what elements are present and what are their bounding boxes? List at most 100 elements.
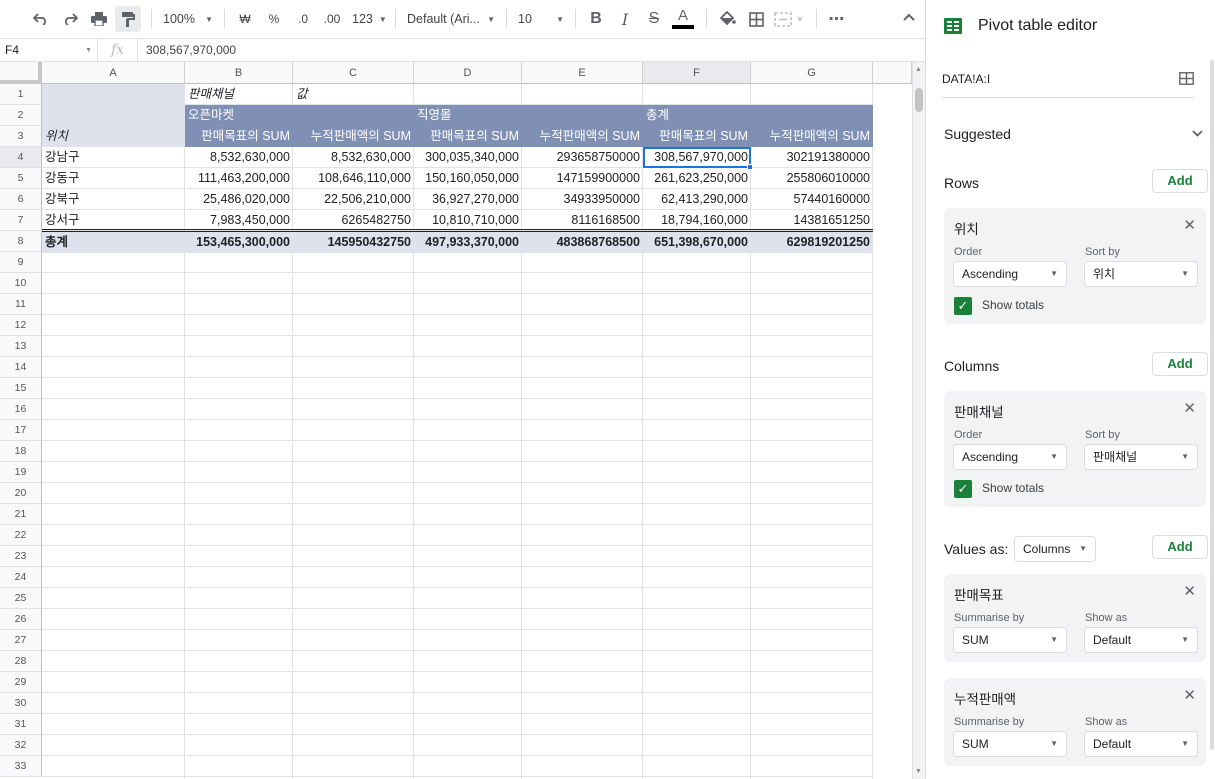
row-header-27[interactable]: 27 (0, 630, 42, 651)
pivot-column-group-header[interactable]: 총계 (643, 105, 873, 126)
formula-input[interactable]: 308,567,970,000 (138, 43, 236, 57)
column-sortby-select[interactable]: 판매채널 ▼ (1084, 444, 1198, 470)
add-value-button[interactable]: Add (1152, 535, 1208, 559)
pivot-value-cell[interactable]: 147159900000 (522, 168, 643, 189)
scroll-up-icon[interactable]: ▲ (915, 66, 922, 73)
zoom-select[interactable]: 100% ▼ (159, 6, 217, 32)
row-header-3[interactable]: 3 (0, 126, 42, 147)
redo-icon[interactable] (57, 6, 83, 32)
pivot-grand-total-cell[interactable]: 651,398,670,000 (643, 232, 751, 253)
row-header-29[interactable]: 29 (0, 672, 42, 693)
pivot-value-cell[interactable]: 6265482750 (293, 210, 414, 231)
font-select[interactable]: Default (Ari... ▼ (403, 6, 499, 32)
fill-handle[interactable] (747, 164, 753, 170)
row-header-18[interactable]: 18 (0, 441, 42, 462)
showas-select[interactable]: Default ▼ (1084, 627, 1198, 653)
pivot-column-group-header[interactable]: 오픈마켓 (185, 105, 414, 126)
pivot-value-cell[interactable]: 34933950000 (522, 189, 643, 210)
pivot-value-header[interactable]: 누적판매액의 SUM (751, 126, 873, 147)
row-header-14[interactable]: 14 (0, 357, 42, 378)
column-header-e[interactable]: E (522, 62, 643, 84)
pivot-row-label[interactable]: 강남구 (42, 147, 185, 168)
scroll-down-icon[interactable]: ▼ (915, 768, 922, 775)
pivot-value-header[interactable]: 판매목표의 SUM (414, 126, 522, 147)
row-order-select[interactable]: Ascending ▼ (953, 261, 1067, 287)
row-header-1[interactable]: 1 (0, 84, 42, 105)
column-header-c[interactable]: C (293, 62, 414, 84)
collapse-toolbar-icon[interactable] (903, 8, 915, 24)
increase-decimal-button[interactable]: .00 (319, 6, 345, 32)
row-header-21[interactable]: 21 (0, 504, 42, 525)
row-header-19[interactable]: 19 (0, 462, 42, 483)
italic-button[interactable]: I (612, 6, 638, 32)
pivot-row-label[interactable]: 강북구 (42, 189, 185, 210)
currency-format-button[interactable]: ₩ (232, 6, 258, 32)
close-icon[interactable]: ✕ (1183, 399, 1196, 417)
row-header-20[interactable]: 20 (0, 483, 42, 504)
decrease-decimal-button[interactable]: .0 (290, 6, 316, 32)
column-show-totals-checkbox[interactable]: ✓ (954, 480, 972, 498)
selected-cell[interactable]: 308,567,970,000 (643, 147, 751, 168)
suggested-header[interactable]: Suggested (944, 126, 1011, 142)
summarise-select[interactable]: SUM ▼ (953, 731, 1067, 757)
row-header-25[interactable]: 25 (0, 588, 42, 609)
row-header-4[interactable]: 4 (0, 147, 42, 168)
pivot-value-cell[interactable]: 36,927,270,000 (414, 189, 522, 210)
row-header-33[interactable]: 33 (0, 756, 42, 777)
pivot-value-cell[interactable]: 14381651250 (751, 210, 873, 231)
pivot-value-cell[interactable]: 18,794,160,000 (643, 210, 751, 231)
paint-format-icon[interactable] (115, 6, 141, 32)
pivot-row-field-label[interactable]: 위치 (42, 126, 185, 147)
row-header-16[interactable]: 16 (0, 399, 42, 420)
pivot-value-cell[interactable]: 62,413,290,000 (643, 189, 751, 210)
pivot-value-cell[interactable]: 8116168500 (522, 210, 643, 231)
row-header-24[interactable]: 24 (0, 567, 42, 588)
pivot-value-cell[interactable]: 22,506,210,000 (293, 189, 414, 210)
row-header-10[interactable]: 10 (0, 273, 42, 294)
pivot-value-cell[interactable]: 261,623,250,000 (643, 168, 751, 189)
row-header-12[interactable]: 12 (0, 315, 42, 336)
pivot-value-cell[interactable]: 111,463,200,000 (185, 168, 293, 189)
pivot-grand-total-cell[interactable]: 483868768500 (522, 232, 643, 253)
select-range-icon[interactable] (1179, 72, 1194, 88)
pivot-value-header[interactable]: 판매목표의 SUM (643, 126, 751, 147)
pivot-value-cell[interactable]: 7,983,450,000 (185, 210, 293, 231)
font-size-select[interactable]: 10 ▼ (514, 6, 568, 32)
panel-scrollbar[interactable] (1210, 60, 1215, 750)
pivot-value-cell[interactable]: 8,532,630,000 (185, 147, 293, 168)
panel-scrollbar-thumb[interactable] (1210, 60, 1214, 750)
text-color-button[interactable]: A (670, 6, 696, 32)
row-header-32[interactable]: 32 (0, 735, 42, 756)
row-show-totals-checkbox[interactable]: ✓ (954, 297, 972, 315)
pivot-value-cell[interactable]: 302191380000 (751, 147, 873, 168)
column-header-f[interactable]: F (643, 62, 751, 84)
pivot-value-header[interactable]: 판매목표의 SUM (185, 126, 293, 147)
column-header-d[interactable]: D (414, 62, 522, 84)
pivot-value-cell[interactable]: 25,486,020,000 (185, 189, 293, 210)
row-header-26[interactable]: 26 (0, 609, 42, 630)
row-header-17[interactable]: 17 (0, 420, 42, 441)
pivot-grand-total-cell[interactable]: 497,933,370,000 (414, 232, 522, 253)
column-order-select[interactable]: Ascending ▼ (953, 444, 1067, 470)
borders-icon[interactable] (743, 6, 769, 32)
showas-select[interactable]: Default ▼ (1084, 731, 1198, 757)
undo-icon[interactable] (28, 6, 54, 32)
name-box[interactable]: F4 ▼ (0, 39, 98, 61)
more-formats-select[interactable]: 123 ▼ (348, 6, 388, 32)
pivot-grand-total-cell[interactable]: 629819201250 (751, 232, 873, 253)
bold-button[interactable]: B (583, 6, 609, 32)
add-column-button[interactable]: Add (1152, 352, 1208, 376)
pivot-values-label[interactable]: 값 (293, 84, 414, 105)
pivot-column-group-header[interactable]: 직영몰 (414, 105, 643, 126)
row-header-6[interactable]: 6 (0, 189, 42, 210)
fill-color-icon[interactable] (714, 6, 740, 32)
pivot-grand-total-cell[interactable]: 153,465,300,000 (185, 232, 293, 253)
row-header-22[interactable]: 22 (0, 525, 42, 546)
pivot-value-cell[interactable]: 150,160,050,000 (414, 168, 522, 189)
chevron-down-icon[interactable] (1192, 126, 1203, 140)
column-header-g[interactable]: G (751, 62, 873, 84)
pivot-grand-total-label[interactable]: 총계 (42, 232, 185, 253)
pivot-value-cell[interactable]: 293658750000 (522, 147, 643, 168)
pivot-value-header[interactable]: 누적판매액의 SUM (522, 126, 643, 147)
row-header-7[interactable]: 7 (0, 210, 42, 231)
